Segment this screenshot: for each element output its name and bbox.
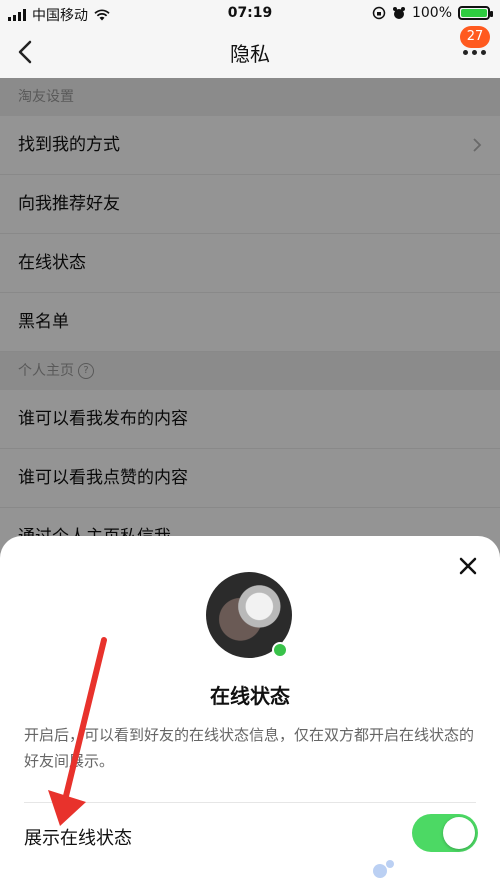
more-dot-icon — [463, 50, 468, 55]
close-icon[interactable] — [458, 556, 478, 576]
rotation-lock-icon — [372, 6, 386, 20]
more-dot-icon — [472, 50, 477, 55]
more-dot-icon — [481, 50, 486, 55]
more-button[interactable] — [463, 50, 486, 55]
page-title: 隐私 — [230, 42, 270, 66]
divider — [24, 802, 476, 803]
toggle-label: 展示在线状态 — [24, 828, 132, 849]
sheet-title: 在线状态 — [210, 684, 290, 708]
alarm-icon — [392, 7, 405, 19]
battery-percent: 100% — [411, 5, 452, 21]
nav-bar: 隐私 27 — [0, 26, 500, 78]
online-status-sheet: 在线状态 开启后，可以看到好友的在线状态信息，仅在双方都开启在线状态的好友间展示… — [0, 536, 500, 889]
online-indicator — [272, 642, 288, 658]
online-status-toggle[interactable] — [412, 814, 478, 852]
toggle-knob — [443, 817, 475, 849]
status-bar: 中国移动 07:19 100% — [0, 0, 500, 26]
watermark-logo — [373, 860, 448, 878]
sheet-description: 开启后，可以看到好友的在线状态信息，仅在双方都开启在线状态的好友间展示。 — [24, 726, 475, 770]
message-badge[interactable]: 27 — [460, 26, 490, 48]
battery-icon — [458, 6, 493, 20]
status-right: 100% — [372, 5, 493, 21]
